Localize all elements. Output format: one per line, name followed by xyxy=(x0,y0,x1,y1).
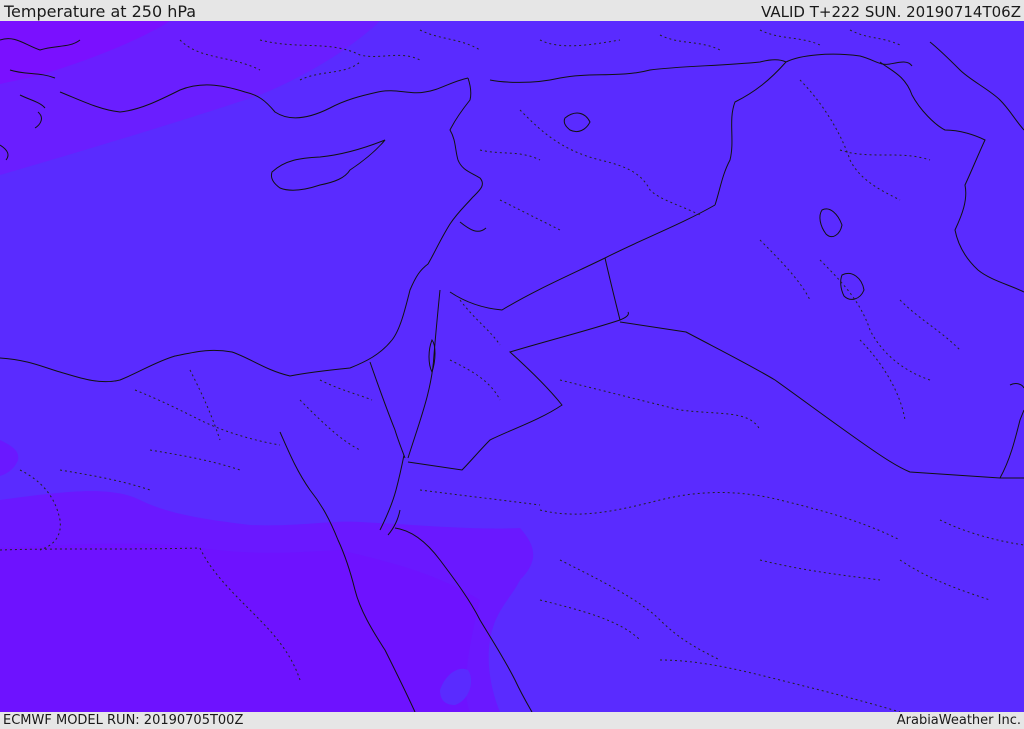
temperature-map xyxy=(0,21,1024,712)
footer-bar: ECMWF MODEL RUN: 20190705T00Z ArabiaWeat… xyxy=(0,712,1024,729)
map-title: Temperature at 250 hPa xyxy=(4,2,197,21)
field-warm-south-core xyxy=(0,543,480,712)
header-bar: Temperature at 250 hPa VALID T+222 SUN. … xyxy=(0,0,1024,21)
valid-time: VALID T+222 SUN. 20190714T06Z xyxy=(761,3,1021,21)
model-run-text: ECMWF MODEL RUN: 20190705T00Z xyxy=(3,713,244,728)
credit-text: ArabiaWeather Inc. xyxy=(896,713,1021,728)
